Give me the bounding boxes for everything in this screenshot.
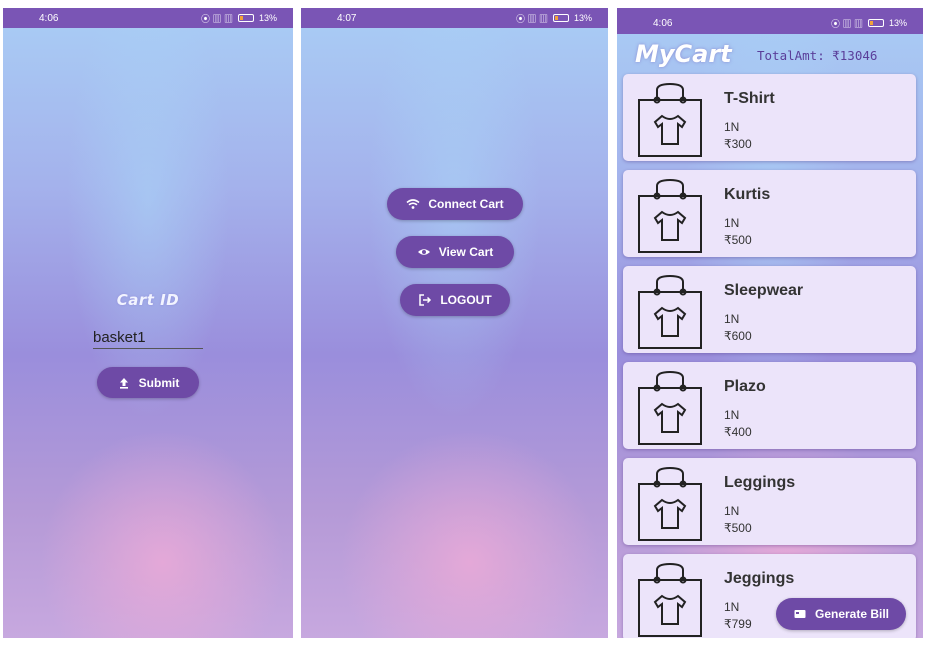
cart-item-card[interactable]: Leggings 1N ₹500: [623, 458, 916, 545]
item-quantity: 1N: [724, 600, 740, 614]
item-price: ₹600: [724, 329, 752, 343]
generate-bill-label: Generate Bill: [814, 607, 890, 621]
item-price: ₹300: [724, 137, 752, 151]
battery-icon: [867, 19, 884, 27]
shopping-bag-icon: [638, 562, 702, 637]
status-bar: 4:07 ⦿ ▥ ▥ 13%: [301, 8, 608, 28]
item-quantity: 1N: [724, 120, 740, 134]
total-amount: TotalAmt: ₹13046: [757, 48, 878, 63]
item-quantity: 1N: [724, 408, 740, 422]
generate-bill-button[interactable]: Generate Bill: [776, 598, 906, 630]
item-name: Jeggings: [724, 570, 795, 587]
cart-item-card[interactable]: Kurtis 1N ₹500: [623, 170, 916, 257]
status-bar: 4:06 ⦿ ▥ ▥ 13%: [3, 8, 293, 28]
submit-button[interactable]: Submit: [97, 367, 199, 398]
cart-id-title: Cart ID: [116, 291, 180, 309]
status-time: 4:06: [653, 17, 673, 29]
shopping-bag-icon: [638, 178, 702, 253]
view-cart-button[interactable]: View Cart: [396, 236, 514, 268]
battery-level: 13%: [888, 18, 907, 28]
cart-item-card[interactable]: T-Shirt 1N ₹300: [623, 74, 916, 161]
status-time: 4:07: [337, 12, 357, 24]
logout-label: LOGOUT: [440, 293, 492, 307]
status-time: 4:06: [39, 12, 59, 24]
shopping-bag-icon: [638, 370, 702, 445]
item-name: Plazo: [724, 378, 766, 395]
battery-level: 13%: [258, 13, 277, 23]
item-quantity: 1N: [724, 504, 740, 518]
eye-icon: [417, 249, 430, 255]
signal-icon: ⦿ ▥ ▥: [830, 18, 863, 29]
status-icons: ⦿ ▥ ▥ 13%: [201, 12, 277, 25]
cart-header: MyCart TotalAmt: ₹13046: [617, 38, 923, 70]
view-cart-label: View Cart: [438, 245, 494, 259]
shopping-bag-icon: [638, 82, 702, 157]
item-price: ₹400: [724, 425, 752, 439]
item-name: Kurtis: [724, 186, 771, 203]
item-name: Leggings: [724, 474, 796, 491]
connect-cart-label: Connect Cart: [428, 197, 504, 211]
wifi-icon: [406, 199, 420, 209]
upload-icon: [119, 377, 128, 389]
cart-id-screen: 4:06 ⦿ ▥ ▥ 13% Cart ID Submit: [3, 8, 293, 638]
status-bar: 4:06 ⦿ ▥ ▥ 13%: [617, 8, 923, 34]
item-quantity: 1N: [724, 312, 740, 326]
item-price: ₹500: [724, 521, 752, 535]
app-title: MyCart: [635, 40, 732, 68]
battery-icon: [237, 14, 254, 22]
item-price: ₹799: [724, 617, 752, 631]
shopping-bag-icon: [638, 274, 702, 349]
signal-icon: ⦿ ▥ ▥: [515, 13, 548, 24]
bill-icon: [794, 610, 806, 618]
signal-icon: ⦿ ▥ ▥: [200, 13, 233, 24]
item-quantity: 1N: [724, 216, 740, 230]
battery-icon: [552, 14, 569, 22]
status-icons: ⦿ ▥ ▥ 13%: [516, 12, 592, 25]
connect-cart-button[interactable]: Connect Cart: [387, 188, 523, 220]
cart-item-card[interactable]: Plazo 1N ₹400: [623, 362, 916, 449]
item-name: Sleepwear: [724, 282, 804, 299]
cart-id-input[interactable]: [93, 326, 203, 349]
logout-button[interactable]: LOGOUT: [400, 284, 510, 316]
shopping-bag-icon: [638, 466, 702, 541]
status-icons: ⦿ ▥ ▥ 13%: [831, 17, 907, 30]
item-price: ₹500: [724, 233, 752, 247]
logout-icon: [419, 294, 432, 306]
cart-item-card[interactable]: Sleepwear 1N ₹600: [623, 266, 916, 353]
battery-level: 13%: [573, 13, 592, 23]
item-name: T-Shirt: [724, 90, 775, 107]
submit-label: Submit: [138, 375, 180, 390]
my-cart-screen: 4:06 ⦿ ▥ ▥ 13% MyCart TotalAmt: ₹13046 T…: [617, 8, 923, 638]
menu-screen: 4:07 ⦿ ▥ ▥ 13% Connect Cart View Cart LO…: [301, 8, 608, 638]
